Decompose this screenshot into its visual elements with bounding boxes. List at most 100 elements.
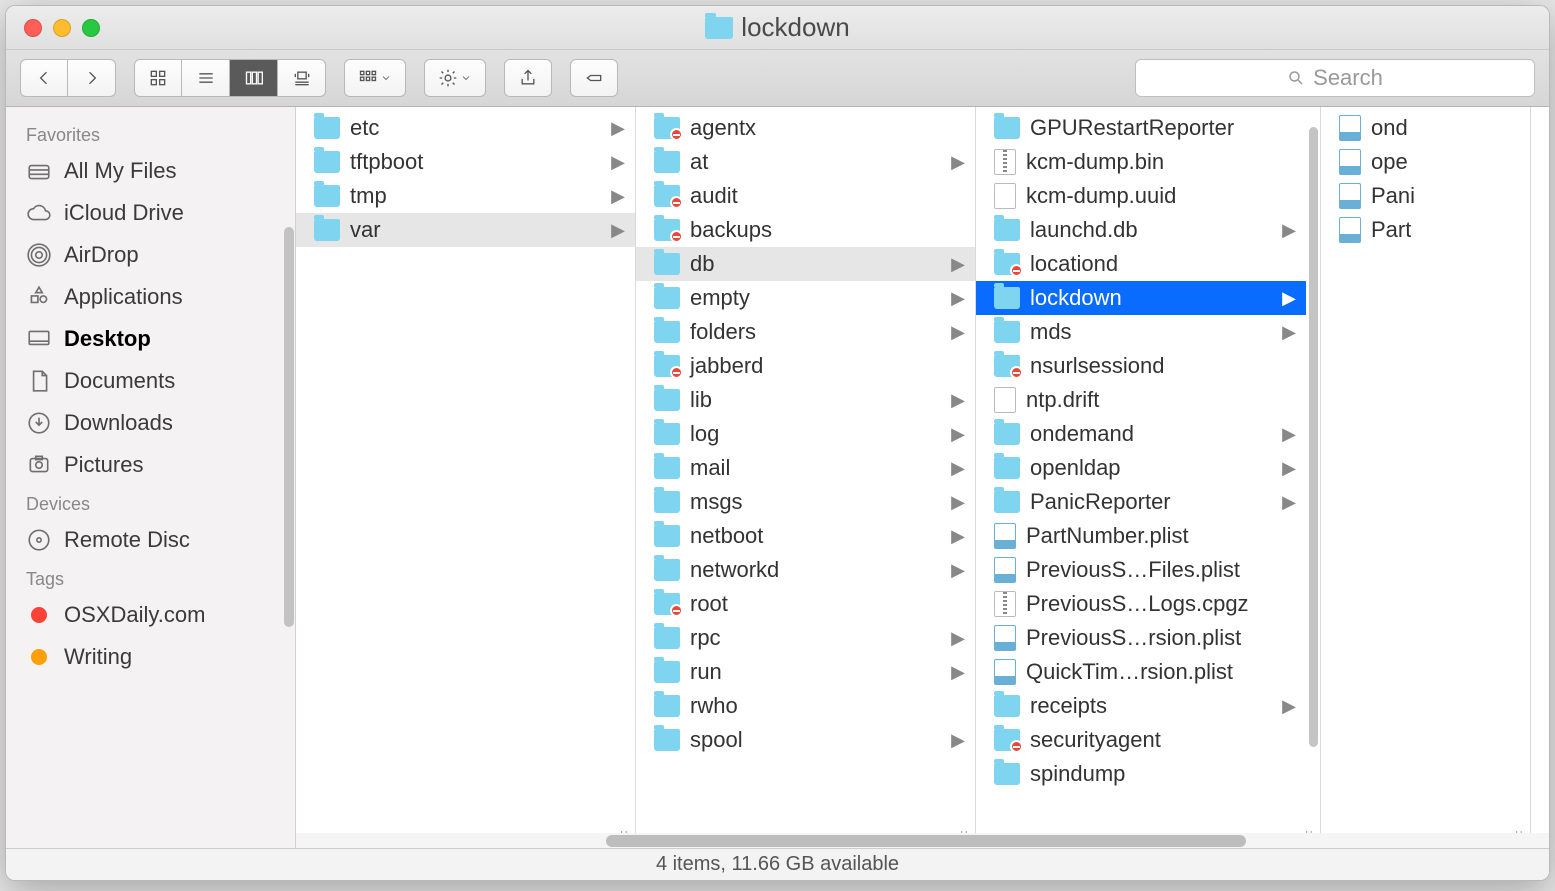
file-row[interactable]: audit	[636, 179, 975, 213]
sidebar-item-writing[interactable]: Writing	[6, 636, 295, 678]
zoom-window-button[interactable]	[82, 19, 100, 37]
action-button[interactable]	[424, 59, 486, 97]
sidebar-item-applications[interactable]: Applications	[6, 276, 295, 318]
disclosure-arrow-icon: ▶	[951, 288, 965, 309]
sidebar-section-header: Tags	[6, 561, 295, 594]
file-row[interactable]: networkd▶	[636, 553, 975, 587]
share-button[interactable]	[504, 59, 552, 97]
file-row[interactable]: spindump	[976, 757, 1306, 791]
file-row[interactable]: var▶	[296, 213, 635, 247]
archive-file-icon	[994, 591, 1016, 617]
disclosure-arrow-icon: ▶	[1282, 458, 1296, 479]
file-row[interactable]: PreviousS…Logs.cpgz	[976, 587, 1306, 621]
file-row[interactable]: log▶	[636, 417, 975, 451]
coverflow-view-button[interactable]	[278, 59, 326, 97]
file-row[interactable]: Part	[1321, 213, 1530, 247]
file-row[interactable]: lib▶	[636, 383, 975, 417]
file-row[interactable]: GPURestartReporter	[976, 111, 1306, 145]
file-row[interactable]: locationd	[976, 247, 1306, 281]
plist-file-icon	[994, 659, 1016, 685]
sidebar-item-all-my-files[interactable]: All My Files	[6, 150, 295, 192]
sidebar-item-desktop[interactable]: Desktop	[6, 318, 295, 360]
sidebar-scrollbar[interactable]	[284, 227, 294, 627]
forward-button[interactable]	[68, 59, 116, 97]
file-row[interactable]: nsurlsessiond	[976, 349, 1306, 383]
file-row[interactable]: kcm-dump.uuid	[976, 179, 1306, 213]
file-row[interactable]: rpc▶	[636, 621, 975, 655]
file-name: ond	[1371, 115, 1408, 141]
file-row[interactable]: agentx	[636, 111, 975, 145]
file-row[interactable]: root	[636, 587, 975, 621]
file-row[interactable]: empty▶	[636, 281, 975, 315]
sidebar-item-icloud-drive[interactable]: iCloud Drive	[6, 192, 295, 234]
plist-file-icon	[1339, 217, 1361, 243]
disclosure-arrow-icon: ▶	[611, 186, 625, 207]
file-row[interactable]: launchd.db▶	[976, 213, 1306, 247]
tags-button[interactable]	[570, 59, 618, 97]
file-row[interactable]: QuickTim…rsion.plist	[976, 655, 1306, 689]
file-row[interactable]: ntp.drift	[976, 383, 1306, 417]
folder-icon	[314, 117, 340, 139]
file-row[interactable]: PartNumber.plist	[976, 519, 1306, 553]
file-row[interactable]: folders▶	[636, 315, 975, 349]
sidebar-item-remote-disc[interactable]: Remote Disc	[6, 519, 295, 561]
file-row[interactable]: securityagent	[976, 723, 1306, 757]
list-view-button[interactable]	[182, 59, 230, 97]
file-row[interactable]: jabberd	[636, 349, 975, 383]
file-row[interactable]: PanicReporter▶	[976, 485, 1306, 519]
file-row[interactable]: rwho	[636, 689, 975, 723]
plist-file-icon	[994, 625, 1016, 651]
folder-icon	[654, 287, 680, 309]
file-row[interactable]: ondemand▶	[976, 417, 1306, 451]
file-row[interactable]: mail▶	[636, 451, 975, 485]
file-row[interactable]: kcm-dump.bin	[976, 145, 1306, 179]
arrange-button[interactable]	[344, 59, 406, 97]
close-window-button[interactable]	[24, 19, 42, 37]
sidebar-item-label: Remote Disc	[64, 527, 190, 553]
search-field[interactable]: Search	[1135, 59, 1535, 97]
file-row[interactable]: tftpboot▶	[296, 145, 635, 179]
column-view-button[interactable]	[230, 59, 278, 97]
disclosure-arrow-icon: ▶	[1282, 492, 1296, 513]
file-row[interactable]: ond	[1321, 111, 1530, 145]
sidebar-item-osxdaily-com[interactable]: OSXDaily.com	[6, 594, 295, 636]
sidebar-item-downloads[interactable]: Downloads	[6, 402, 295, 444]
file-row[interactable]: tmp▶	[296, 179, 635, 213]
status-text: 4 items, 11.66 GB available	[656, 853, 899, 876]
file-row[interactable]: etc▶	[296, 111, 635, 145]
horizontal-scrollbar-track[interactable]	[296, 833, 1549, 848]
file-row[interactable]: Pani	[1321, 179, 1530, 213]
file-row[interactable]: ope	[1321, 145, 1530, 179]
file-name: folders	[690, 319, 756, 345]
horizontal-scrollbar-thumb[interactable]	[606, 835, 1246, 847]
file-row[interactable]: receipts▶	[976, 689, 1306, 723]
file-row[interactable]: at▶	[636, 145, 975, 179]
disclosure-arrow-icon: ▶	[611, 118, 625, 139]
folder-icon	[654, 729, 680, 751]
sidebar-item-documents[interactable]: Documents	[6, 360, 295, 402]
sidebar-item-airdrop[interactable]: AirDrop	[6, 234, 295, 276]
file-row[interactable]: openldap▶	[976, 451, 1306, 485]
file-name: backups	[690, 217, 772, 243]
folder-icon	[314, 219, 340, 241]
file-row[interactable]: PreviousS…Files.plist	[976, 553, 1306, 587]
file-row[interactable]: db▶	[636, 247, 975, 281]
file-row[interactable]: msgs▶	[636, 485, 975, 519]
file-row[interactable]: mds▶	[976, 315, 1306, 349]
sidebar-item-pictures[interactable]: Pictures	[6, 444, 295, 486]
icon-view-button[interactable]	[134, 59, 182, 97]
file-row[interactable]: lockdown▶	[976, 281, 1306, 315]
file-row[interactable]: PreviousS…rsion.plist	[976, 621, 1306, 655]
folder-icon	[994, 763, 1020, 785]
file-name: Pani	[1371, 183, 1415, 209]
file-row[interactable]: run▶	[636, 655, 975, 689]
column-scrollbar[interactable]	[1309, 127, 1318, 747]
back-button[interactable]	[20, 59, 68, 97]
minimize-window-button[interactable]	[53, 19, 71, 37]
file-icon	[994, 387, 1016, 413]
plist-file-icon	[1339, 149, 1361, 175]
file-row[interactable]: backups	[636, 213, 975, 247]
file-row[interactable]: netboot▶	[636, 519, 975, 553]
tag-icon	[26, 602, 52, 628]
file-row[interactable]: spool▶	[636, 723, 975, 757]
